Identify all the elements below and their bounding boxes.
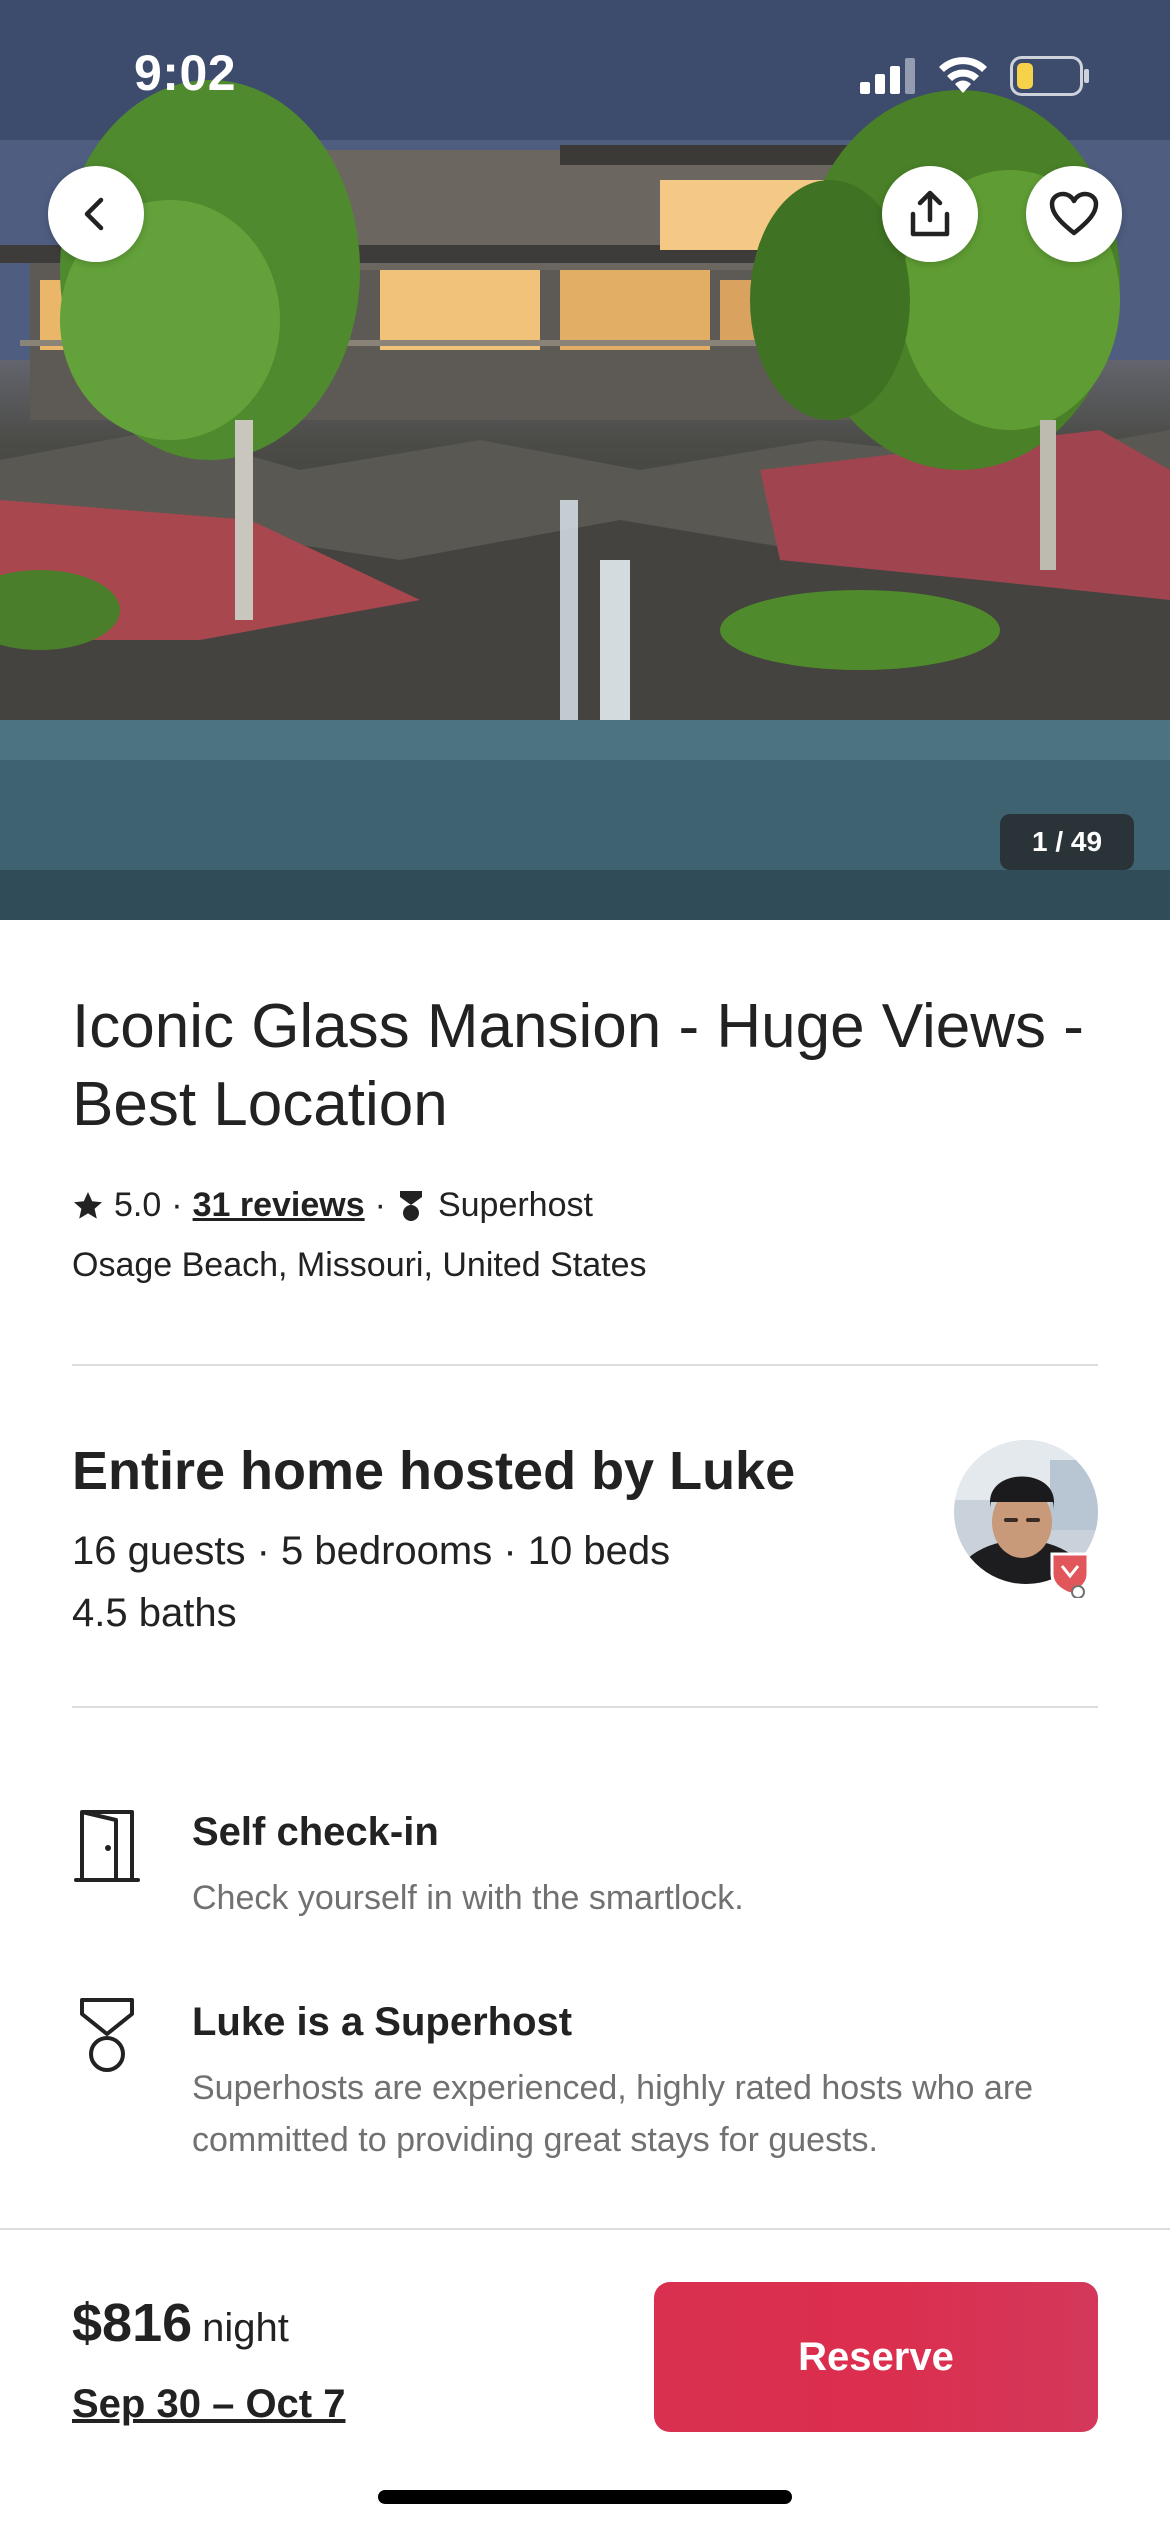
medal-icon bbox=[80, 1998, 134, 2072]
chevron-left-icon bbox=[84, 197, 104, 231]
feature-description: Check yourself in with the smartlock. bbox=[192, 1879, 744, 1917]
reviews-link[interactable]: 31 reviews bbox=[193, 1186, 365, 1225]
wifi-icon bbox=[939, 57, 987, 93]
feature-description: Superhosts are experienced, highly rated… bbox=[192, 2069, 1034, 2159]
bath-summary: 4.5 baths bbox=[72, 1591, 237, 1635]
superhost-label: Superhost bbox=[437, 1186, 593, 1224]
back-button[interactable] bbox=[48, 166, 144, 262]
door-icon bbox=[74, 1810, 140, 1882]
reserve-button[interactable]: Reserve bbox=[654, 2282, 1098, 2432]
rating-row: 5.0 · 31 reviews · Superhost bbox=[72, 1186, 593, 1225]
photo-counter: 1 / 49 bbox=[1000, 814, 1134, 870]
home-indicator[interactable] bbox=[378, 2490, 792, 2504]
cellular-signal-icon bbox=[860, 58, 915, 94]
separator-dot: · bbox=[374, 1186, 386, 1224]
rating-value: 5.0 bbox=[114, 1186, 162, 1224]
listing-title: Iconic Glass Mansion - Huge Views - Best… bbox=[72, 992, 1084, 1139]
star-icon bbox=[74, 1191, 102, 1219]
share-button[interactable] bbox=[882, 166, 978, 262]
superhost-badge-icon bbox=[1050, 1552, 1090, 1598]
date-range-link[interactable]: Sep 30 – Oct 7 bbox=[72, 2382, 345, 2427]
superhost-medal-icon bbox=[399, 1190, 422, 1221]
booking-bar: $816 night Sep 30 – Oct 7 Reserve bbox=[0, 2228, 1170, 2532]
price-unit: night bbox=[202, 2306, 289, 2350]
host-title: Entire home hosted by Luke bbox=[72, 1441, 796, 1501]
listing-location: Osage Beach, Missouri, United States bbox=[72, 1246, 647, 1284]
host-details: 16 guests · 5 bedrooms · 10 beds 4.5 bat… bbox=[72, 1520, 670, 1644]
share-icon bbox=[910, 190, 950, 237]
status-icons bbox=[860, 56, 1090, 96]
price-amount: $816 bbox=[72, 2293, 193, 2353]
battery-icon bbox=[1010, 56, 1089, 96]
status-bar: 9:02 bbox=[0, 0, 1170, 150]
divider bbox=[72, 1364, 1098, 1366]
feature-title: Self check-in bbox=[192, 1810, 439, 1854]
heart-icon bbox=[1049, 191, 1099, 236]
hero-photo[interactable]: 9:02 1 / 49 bbox=[0, 0, 1170, 920]
divider bbox=[72, 1706, 1098, 1708]
price: $816 night bbox=[72, 2292, 289, 2354]
save-button[interactable] bbox=[1026, 166, 1122, 262]
status-time: 9:02 bbox=[134, 45, 237, 101]
capacity-summary: 16 guests · 5 bedrooms · 10 beds bbox=[72, 1529, 671, 1573]
feature-title: Luke is a Superhost bbox=[192, 2000, 573, 2044]
separator-dot: · bbox=[171, 1186, 183, 1224]
